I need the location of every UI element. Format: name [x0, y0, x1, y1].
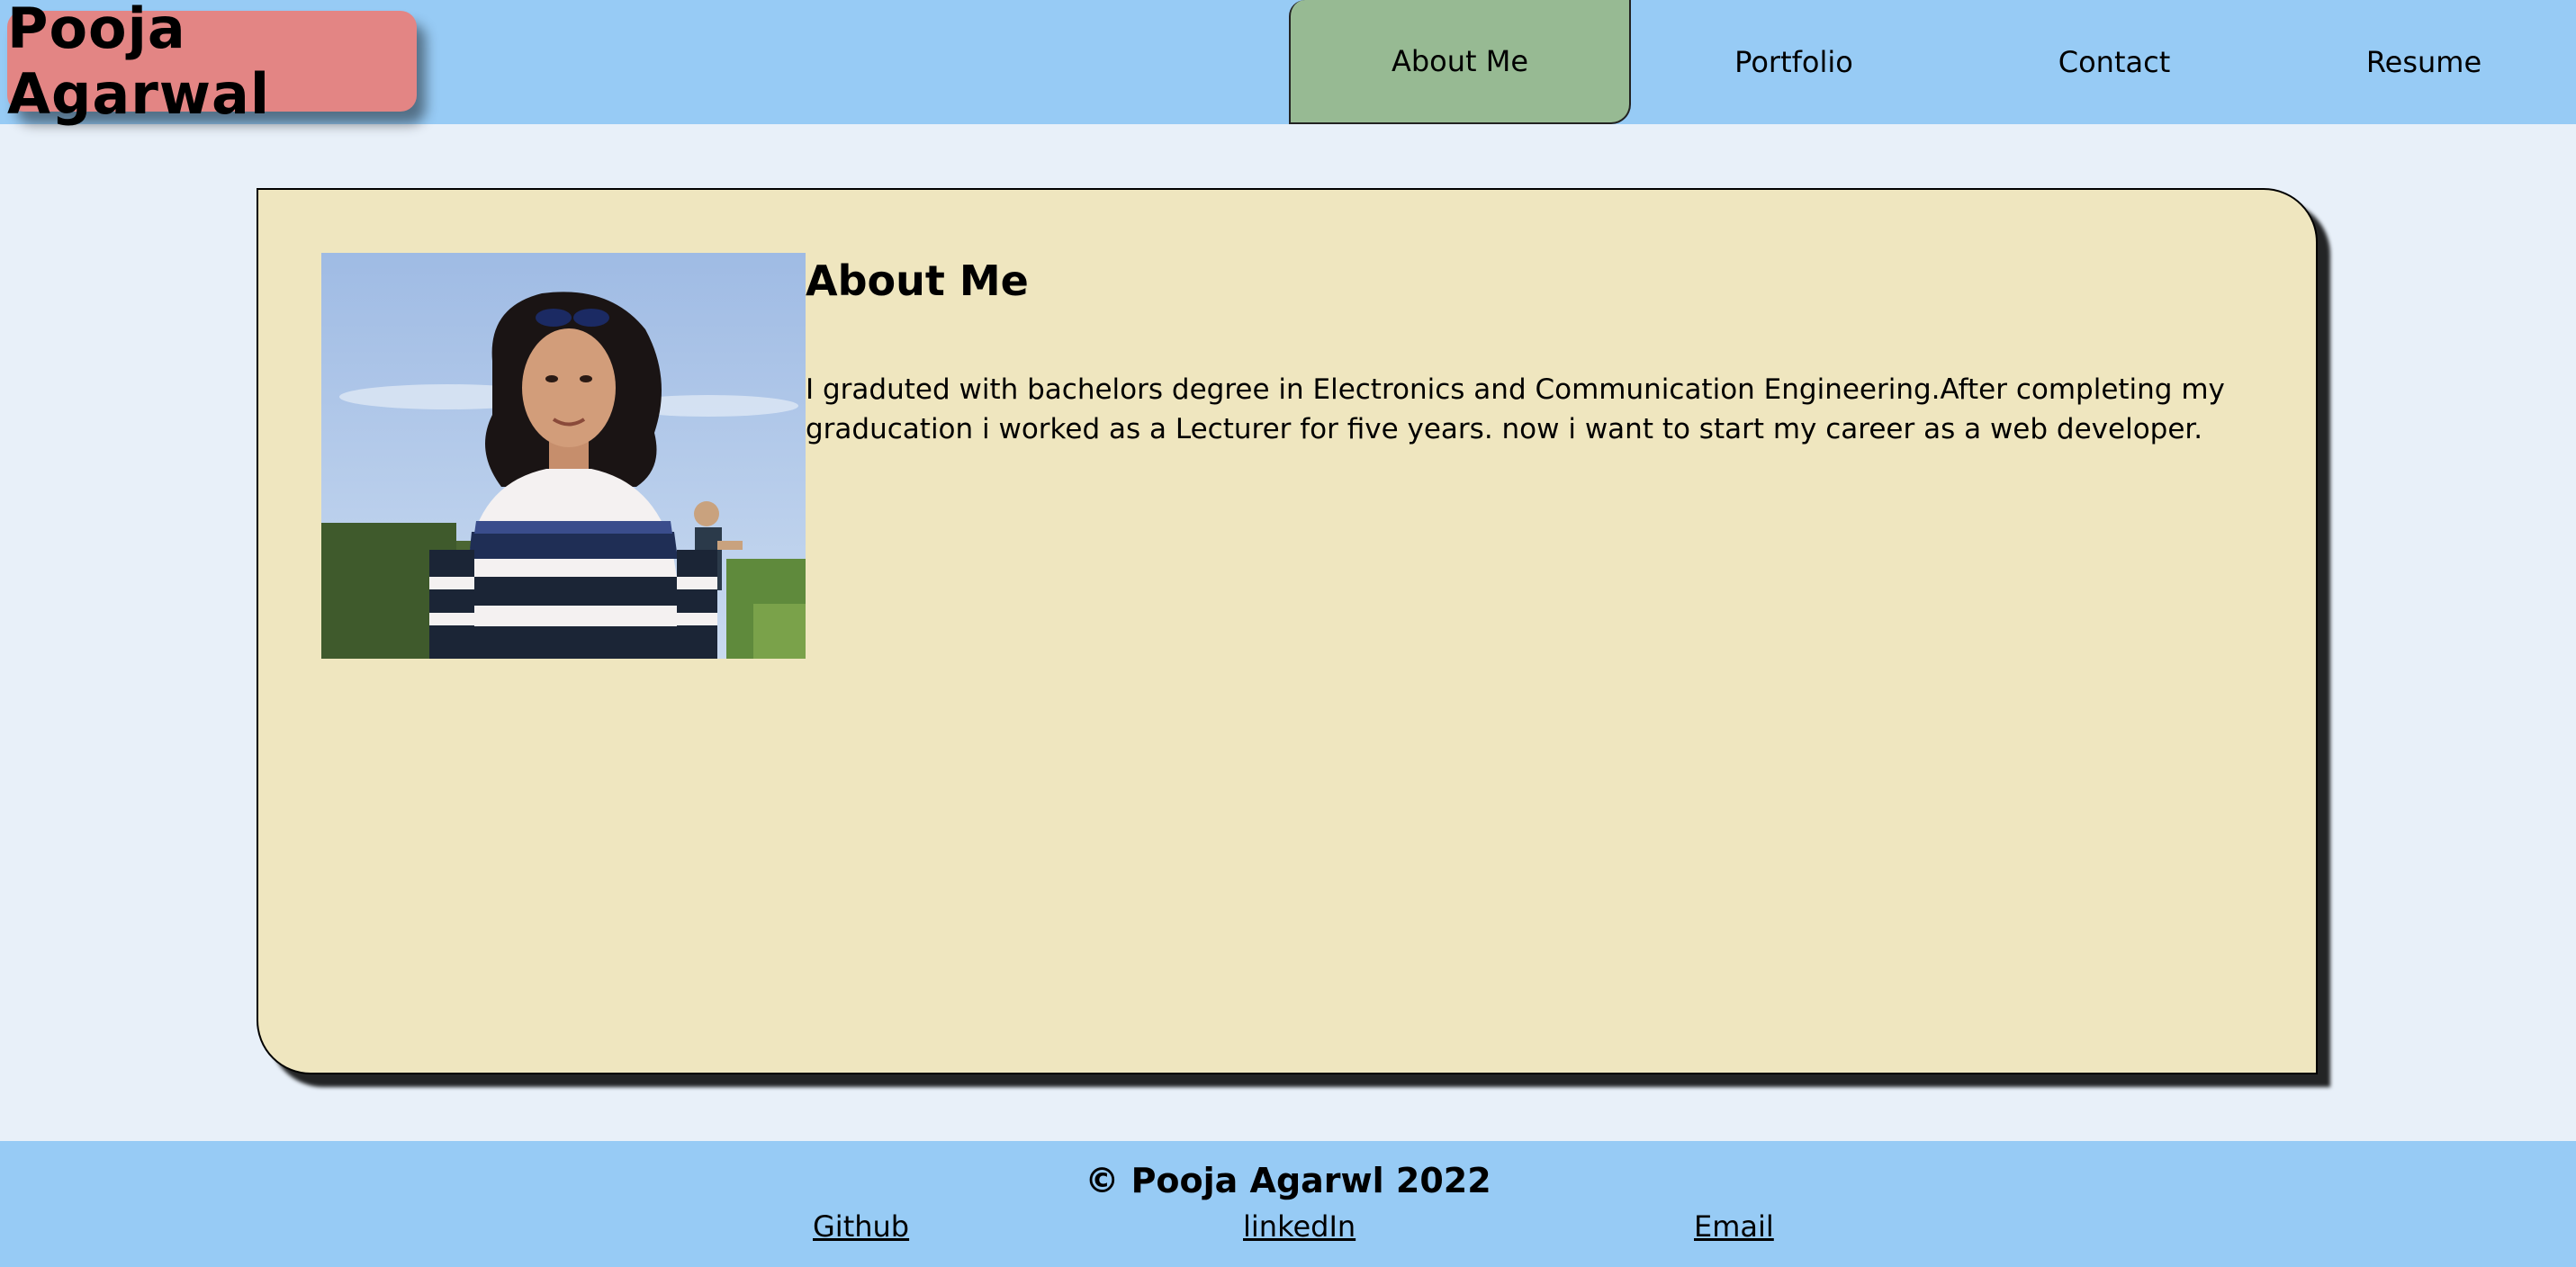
site-footer: © Pooja Agarwl 2022 Github linkedIn Emai… [0, 1141, 2576, 1267]
about-paragraph: I graduted with bachelors degree in Elec… [806, 373, 2225, 445]
footer-link-github[interactable]: Github [813, 1209, 909, 1244]
copyright-text: © Pooja Agarwl 2022 [1085, 1161, 1491, 1200]
section-title: About Me [806, 256, 1029, 305]
brand-logo[interactable]: Pooja Agarwal [7, 0, 417, 127]
nav-about-me[interactable]: About Me [1289, 0, 1631, 124]
nav-resume[interactable]: Resume [2272, 0, 2576, 124]
site-header: Pooja Agarwal About Me Portfolio Contact… [0, 0, 2576, 127]
nav-contact[interactable]: Contact [1957, 0, 2272, 124]
footer-link-email[interactable]: Email [1694, 1209, 1774, 1244]
about-card: About Me I graduted with bachelors degre… [257, 188, 2318, 1074]
profile-photo [321, 253, 806, 659]
footer-link-linkedin[interactable]: linkedIn [1243, 1209, 1356, 1244]
nav-portfolio[interactable]: Portfolio [1631, 0, 1957, 124]
